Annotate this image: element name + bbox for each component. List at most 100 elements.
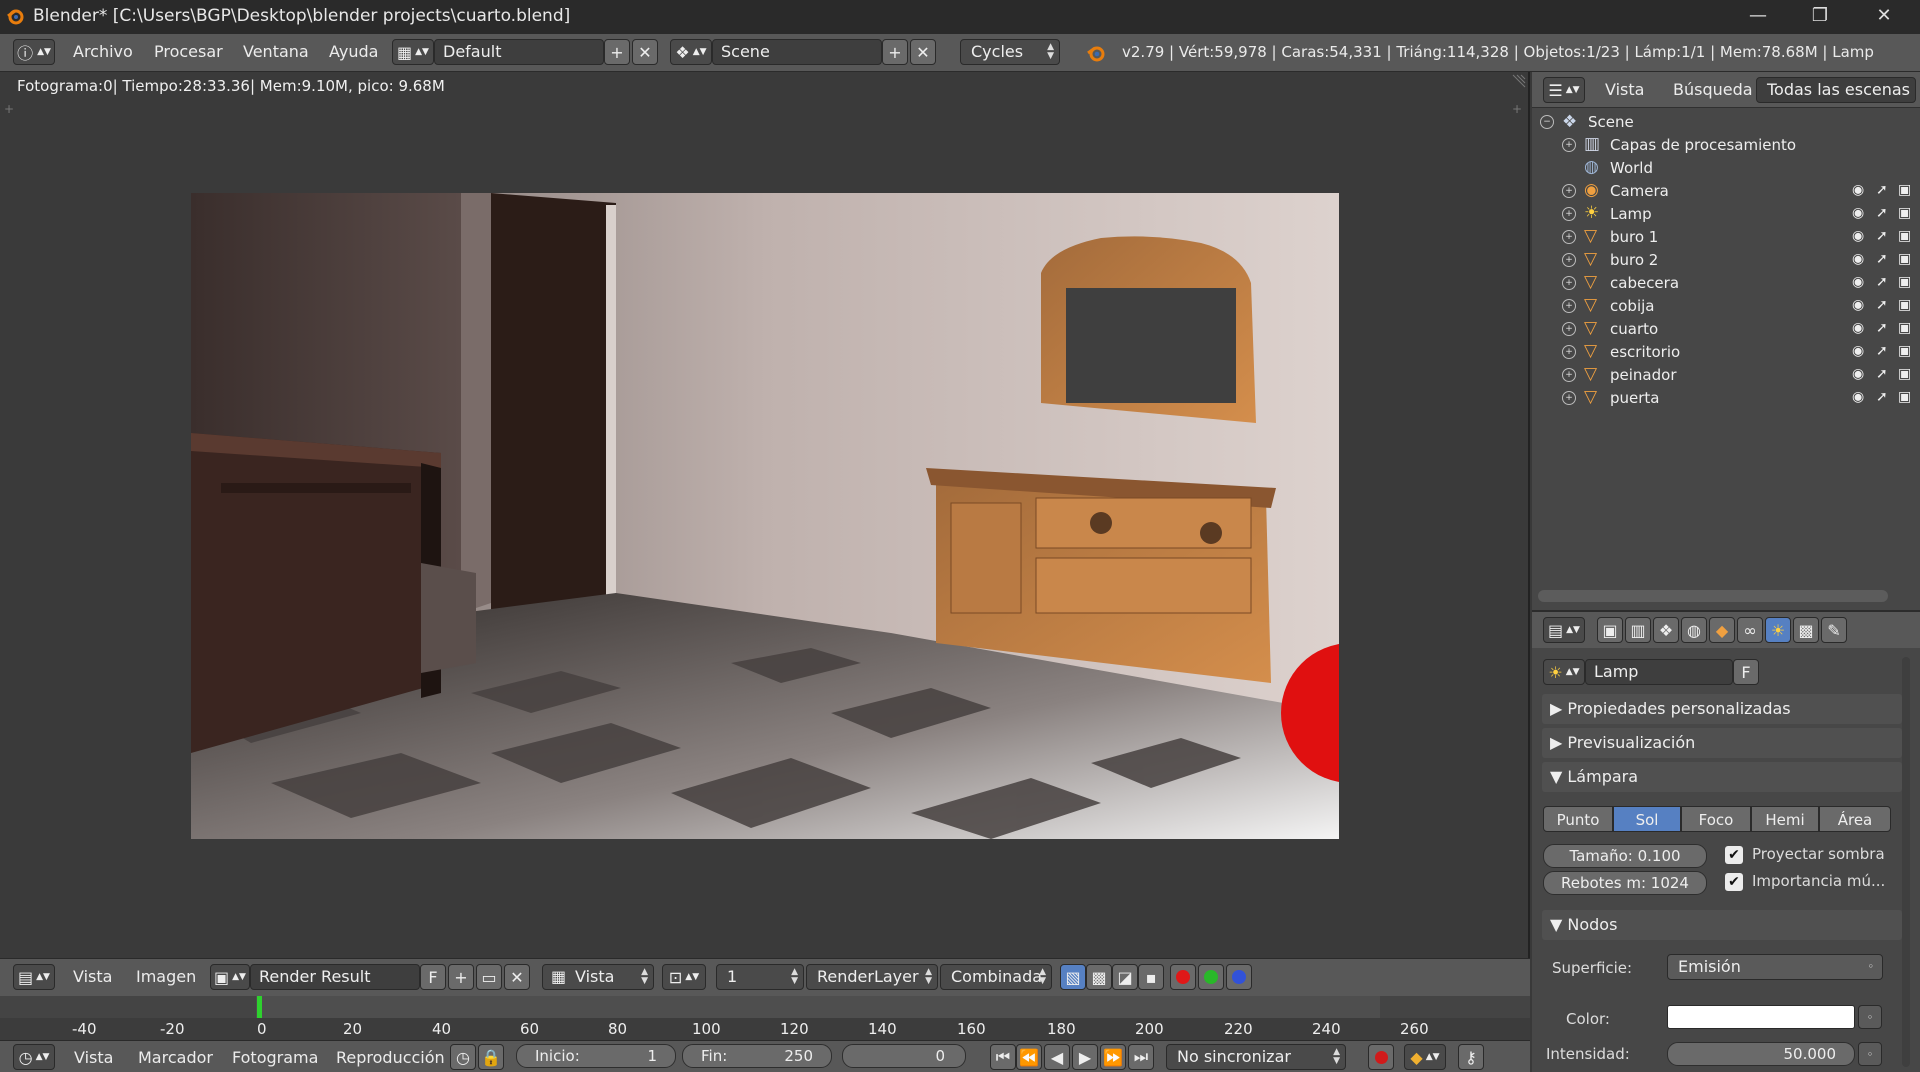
cursor-icon[interactable]: ➚ — [1876, 366, 1888, 382]
multiple-importance-checkbox[interactable]: ✔ — [1725, 873, 1743, 891]
remove-scene-button[interactable]: ✕ — [910, 39, 936, 65]
texture-tab-button[interactable]: ▩ — [1793, 617, 1819, 643]
menu-archivo[interactable]: Archivo — [73, 42, 133, 61]
add-screen-button[interactable]: + — [604, 39, 630, 65]
current-frame-field[interactable]: 0 — [842, 1044, 966, 1068]
add-scene-button[interactable]: + — [882, 39, 908, 65]
outliner-scrollbar[interactable] — [1538, 590, 1888, 602]
color-display-button[interactable]: ▩ — [1086, 964, 1112, 990]
render-icon[interactable]: ▣ — [1898, 366, 1911, 382]
eye-icon[interactable]: ◉ — [1852, 228, 1864, 244]
panel-lamp[interactable]: ▼ Lámpara — [1542, 762, 1902, 792]
max-bounces-field[interactable]: Rebotes m: 1024 — [1543, 871, 1707, 895]
render-tab-button[interactable]: ▣ — [1597, 617, 1623, 643]
jump-end-button[interactable]: ⏭ — [1128, 1044, 1154, 1070]
cursor-icon[interactable]: ➚ — [1876, 343, 1888, 359]
render-icon[interactable]: ▣ — [1898, 343, 1911, 359]
panel-preview[interactable]: ▶ Previsualización — [1542, 728, 1902, 758]
expand-icon[interactable]: + — [1562, 207, 1576, 221]
lamp-type-sol[interactable]: Sol — [1613, 806, 1681, 832]
lamp-type-area[interactable]: Área — [1819, 806, 1891, 832]
close-button[interactable]: ✕ — [1861, 0, 1907, 30]
lamp-type-foco[interactable]: Foco — [1681, 806, 1751, 832]
area-split-icon[interactable] — [1510, 72, 1528, 90]
constraints-tab-button[interactable]: ∞ — [1737, 617, 1763, 643]
remove-screen-button[interactable]: ✕ — [632, 39, 658, 65]
jump-keyframe-back-button[interactable]: ⏪ — [1016, 1044, 1042, 1070]
maximize-button[interactable]: ❐ — [1797, 0, 1843, 30]
insert-keyframe-button[interactable]: ⚷ — [1458, 1044, 1484, 1070]
eye-icon[interactable]: ◉ — [1852, 205, 1864, 221]
render-icon[interactable]: ▣ — [1898, 274, 1911, 290]
cursor-icon[interactable]: ➚ — [1876, 274, 1888, 290]
expand-icon[interactable]: + — [1562, 299, 1576, 313]
image-editor[interactable]: Fotograma:0| Tiempo:28:33.36| Mem:9.10M,… — [0, 72, 1530, 958]
cast-shadow-checkbox[interactable]: ✔ — [1725, 846, 1743, 864]
outliner-display-mode[interactable]: Todas las escenas — [1756, 77, 1916, 103]
particles-tab-button[interactable]: ✎ — [1821, 617, 1847, 643]
red-channel-button[interactable] — [1170, 964, 1196, 990]
cursor-icon[interactable]: ➚ — [1876, 182, 1888, 198]
eye-icon[interactable]: ◉ — [1852, 343, 1864, 359]
color-socket-button[interactable]: ◦ — [1858, 1005, 1882, 1029]
scene-field[interactable]: Scene — [712, 39, 882, 65]
editor-type-timeline-button[interactable]: ◷ ▲▼ — [13, 1044, 55, 1070]
eye-icon[interactable]: ◉ — [1852, 182, 1864, 198]
eye-icon[interactable]: ◉ — [1852, 274, 1864, 290]
auto-keying-button[interactable] — [1368, 1044, 1394, 1070]
expand-icon[interactable]: + — [1562, 253, 1576, 267]
lock-range-button[interactable]: 🔒 — [478, 1044, 504, 1070]
lamp-type-hemi[interactable]: Hemi — [1751, 806, 1819, 832]
outliner-tab-busqueda[interactable]: Búsqueda — [1673, 80, 1753, 99]
render-icon[interactable]: ▣ — [1898, 205, 1911, 221]
menu-vista-timeline[interactable]: Vista — [74, 1048, 113, 1067]
cursor-icon[interactable]: ➚ — [1876, 251, 1888, 267]
expand-icon[interactable]: + — [1562, 184, 1576, 198]
editor-type-outliner-button[interactable]: ☰ ▲▼ — [1543, 77, 1585, 103]
zbuffer-display-button[interactable]: ▪ — [1138, 964, 1164, 990]
eye-icon[interactable]: ◉ — [1852, 320, 1864, 336]
expand-icon[interactable]: + — [1562, 322, 1576, 336]
open-image-button[interactable]: ▭ — [476, 964, 502, 990]
render-layers-tab-button[interactable]: ▥ — [1625, 617, 1651, 643]
menu-procesar[interactable]: Procesar — [154, 42, 223, 61]
editor-type-properties-button[interactable]: ▤ ▲▼ — [1543, 617, 1585, 643]
cursor-icon[interactable]: ➚ — [1876, 320, 1888, 336]
cursor-icon[interactable]: ➚ — [1876, 389, 1888, 405]
outliner-tab-vista[interactable]: Vista — [1605, 80, 1644, 99]
alpha-display-button[interactable]: ◪ — [1112, 964, 1138, 990]
start-frame-field[interactable]: Inicio: 1 — [516, 1044, 676, 1068]
menu-vista[interactable]: Vista — [73, 967, 112, 986]
jump-start-button[interactable]: ⏮ — [990, 1044, 1016, 1070]
current-frame-marker[interactable] — [257, 996, 262, 1018]
blue-channel-button[interactable] — [1226, 964, 1252, 990]
jump-keyframe-forward-button[interactable]: ⏩ — [1100, 1044, 1126, 1070]
expand-icon[interactable]: + — [1562, 368, 1576, 382]
world-tab-button[interactable]: ◍ — [1681, 617, 1707, 643]
corner-plus-icon[interactable]: + — [1512, 102, 1522, 116]
scene-selector[interactable]: ❖ ▲▼ — [670, 39, 712, 65]
render-slot-dropdown[interactable]: 1 ▲ ▼ — [716, 964, 804, 990]
screen-layout-selector[interactable]: ▦ ▲▼ — [392, 39, 434, 65]
render-icon[interactable]: ▣ — [1898, 320, 1911, 336]
expand-icon[interactable]: + — [1562, 391, 1576, 405]
pivot-selector[interactable]: ⊡ ▲▼ — [662, 964, 706, 990]
render-engine-dropdown[interactable]: Cycles ▲ ▼ — [960, 39, 1060, 65]
eye-icon[interactable]: ◉ — [1852, 366, 1864, 382]
cursor-icon[interactable]: ➚ — [1876, 205, 1888, 221]
expand-icon[interactable]: + — [1562, 345, 1576, 359]
unlink-image-button[interactable]: ✕ — [504, 964, 530, 990]
cursor-icon[interactable]: ➚ — [1876, 228, 1888, 244]
eye-icon[interactable]: ◉ — [1852, 389, 1864, 405]
image-name-field[interactable]: Render Result — [250, 964, 420, 990]
outliner[interactable]: ☰ ▲▼ Vista Búsqueda Todas las escenas − ❖… — [1532, 72, 1920, 610]
view-mode-dropdown[interactable]: ▦ Vista ▲ ▼ — [542, 964, 654, 990]
collapse-icon[interactable]: − — [1540, 115, 1554, 129]
fake-user-button[interactable]: F — [420, 964, 446, 990]
intensity-field[interactable]: 50.000 — [1667, 1042, 1855, 1066]
lamp-name-field[interactable]: Lamp — [1585, 659, 1733, 685]
expand-icon[interactable]: + — [1562, 230, 1576, 244]
end-frame-field[interactable]: Fin: 250 — [682, 1044, 832, 1068]
lamp-type-punto[interactable]: Punto — [1543, 806, 1613, 832]
menu-reproduccion[interactable]: Reproducción — [336, 1048, 445, 1067]
